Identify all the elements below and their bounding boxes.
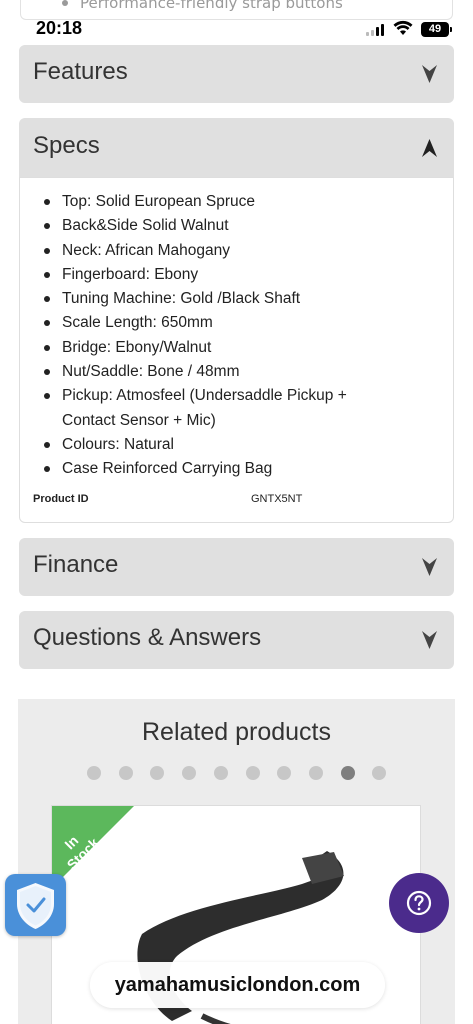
status-time: 20:18 — [36, 18, 83, 38]
carousel-dot[interactable] — [182, 766, 197, 780]
specs-list: Top: Solid European Spruce Back&Side Sol… — [44, 190, 422, 482]
battery-icon: 49 — [421, 22, 452, 37]
chevron-up-icon — [422, 139, 437, 157]
chevron-down-icon — [422, 65, 437, 83]
security-shield-button[interactable] — [5, 874, 66, 936]
carousel-dot[interactable] — [308, 766, 323, 780]
carousel-dot[interactable] — [245, 766, 260, 780]
product-id-label: Product ID — [33, 493, 89, 505]
spec-item-continuation: Contact Sensor + Mic) — [62, 411, 216, 429]
accordion-features-title: Features — [33, 58, 128, 85]
accordion-specs[interactable]: Specs — [19, 118, 454, 178]
chevron-down-icon — [422, 631, 437, 649]
spec-item: Back&Side Solid Walnut — [44, 214, 422, 238]
product-id-value: GNTX5NT — [251, 493, 303, 505]
carousel-dot[interactable] — [118, 766, 133, 780]
accordion-questions-answers[interactable]: Questions & Answers — [19, 611, 454, 669]
carousel-dot[interactable] — [340, 766, 355, 780]
help-button[interactable] — [389, 873, 449, 933]
question-mark-icon — [406, 890, 432, 916]
spec-item: Pickup: Atmosfeel (Undersaddle Pickup + — [44, 384, 422, 408]
spec-item: Tuning Machine: Gold /Black Shaft — [44, 287, 422, 311]
related-products-title: Related products — [141, 718, 331, 746]
carousel-dot[interactable] — [213, 766, 228, 780]
accordion-finance[interactable]: Finance — [19, 538, 454, 596]
wifi-icon — [393, 20, 413, 35]
spec-item: Bridge: Ebony/Walnut — [44, 336, 422, 360]
accordion-finance-title: Finance — [33, 551, 119, 578]
spec-item: Neck: African Mahogany — [44, 239, 422, 263]
spec-item: Case Reinforced Carrying Bag — [44, 457, 422, 481]
accordion-qa-title: Questions & Answers — [33, 624, 262, 651]
status-bar: 20:18 49 — [0, 0, 473, 40]
shield-check-icon — [17, 883, 54, 929]
spec-item: Colours: Natural — [44, 433, 422, 457]
accordion-features[interactable]: Features — [19, 45, 454, 103]
spec-item: Top: Solid European Spruce — [44, 190, 422, 214]
spec-item: Fingerboard: Ebony — [44, 263, 422, 287]
browser-url-bar[interactable]: yamahamusiclondon.com — [90, 962, 385, 1008]
cellular-signal-icon — [366, 24, 386, 36]
accordion-specs-title: Specs — [33, 132, 100, 159]
chevron-down-icon — [422, 558, 437, 576]
spec-item: Nut/Saddle: Bone / 48mm — [44, 360, 422, 384]
spec-item: Scale Length: 650mm — [44, 311, 422, 335]
carousel-dot[interactable] — [87, 766, 101, 780]
